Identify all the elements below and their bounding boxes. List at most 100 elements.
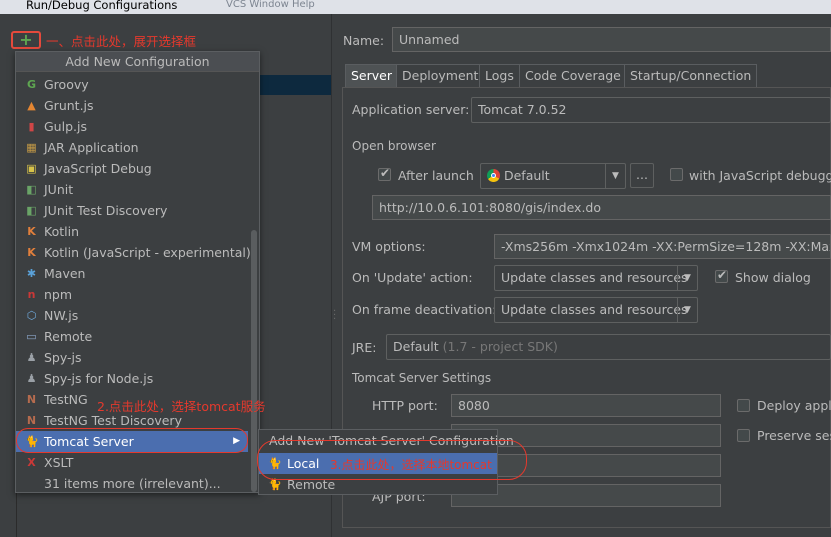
npm-icon: n (27, 288, 36, 301)
popup-item-javascript-debug[interactable]: ▣ JavaScript Debug (16, 158, 248, 179)
javascript-debug-icon: ▣ (26, 162, 37, 175)
popup-item-label: JavaScript Debug (44, 161, 152, 176)
popup-item-label: JAR Application (44, 140, 139, 155)
tomcat-settings-section: Tomcat Server Settings (352, 371, 492, 385)
window-title-bar: Run/Debug Configurations VCS Window Help (0, 0, 831, 14)
jre-select[interactable]: Default (1.7 - project SDK) (386, 334, 831, 360)
vm-options-field[interactable]: -Xms256m -Xmx1024m -XX:PermSize=128m -XX… (494, 234, 831, 259)
after-launch-checkbox[interactable] (378, 166, 391, 181)
popup-item-maven[interactable]: ✱ Maven (16, 263, 248, 284)
popup-item-label: Groovy (44, 77, 89, 92)
popup-item-label: 31 items more (irrelevant)... (44, 476, 221, 491)
chrome-icon (487, 169, 500, 182)
popup-item-jar-application[interactable]: ▦ JAR Application (16, 137, 248, 158)
plus-icon: + (19, 30, 33, 49)
popup-item-junit-test-discovery[interactable]: ◧ JUnit Test Discovery (16, 200, 248, 221)
splitter-grip-icon: · · · (333, 306, 337, 325)
popup-item-label: Spy-js for Node.js (44, 371, 154, 386)
popup-item-label: Grunt.js (44, 98, 94, 113)
popup-item-label: Remote (44, 329, 93, 344)
popup-item-grunt-js[interactable]: ▲ Grunt.js (16, 95, 248, 116)
nwjs-icon: ⬡ (26, 309, 37, 322)
on-frame-deactivation-label: On frame deactivation: (352, 302, 497, 317)
on-update-label: On 'Update' action: (352, 270, 473, 285)
popup-item-kotlin-javascript-experimental[interactable]: K Kotlin (JavaScript - experimental) (16, 242, 251, 263)
annotation-step-2: 2.点击此处，选择tomcat服务 (97, 399, 266, 414)
kotlin-js-icon: K (27, 246, 36, 259)
popup-item-label: Kotlin (44, 224, 79, 239)
browser-select[interactable]: Default ▼ (480, 163, 626, 189)
popup-item-spy-js[interactable]: ♟ Spy-js (16, 347, 248, 368)
chevron-down-icon: ▼ (677, 298, 697, 322)
spyjs-node-icon: ♟ (26, 372, 37, 385)
popup-item-kotlin[interactable]: K Kotlin (16, 221, 248, 242)
popup-item-label: XSLT (44, 455, 74, 470)
window-title: Run/Debug Configurations (26, 0, 178, 12)
popup-item-junit[interactable]: ◧ JUnit (16, 179, 248, 200)
deploy-apps-checkbox[interactable] (737, 399, 750, 412)
open-browser-section: Open browser (352, 139, 436, 153)
popup-item-31-items-more-irrelevant[interactable]: 31 items more (irrelevant)... (16, 473, 248, 494)
popup-item-npm[interactable]: n npm (16, 284, 248, 305)
grunt-icon: ▲ (27, 99, 36, 112)
annotation-step-3: 3.点击此处，选择本地tomcat (330, 458, 492, 472)
gulp-icon: ▮ (28, 120, 35, 133)
popup-item-gulp-js[interactable]: ▮ Gulp.js (16, 116, 248, 137)
popup-item-label: TestNG (44, 392, 88, 407)
popup-item-label: JUnit (44, 182, 74, 197)
deploy-apps-label: Deploy applications configured in Tomcat… (757, 398, 831, 413)
menu-bar-hint: VCS Window Help (226, 0, 315, 10)
application-server-label: Application server: (352, 102, 470, 117)
popup-item-xslt[interactable]: X XSLT (16, 452, 248, 473)
popup-title: Add New Configuration (16, 52, 259, 72)
add-configuration-button[interactable]: + (11, 31, 41, 49)
browser-url-field[interactable]: http://10.0.6.101:8080/gis/index.do (372, 195, 831, 220)
on-update-select[interactable]: Update classes and resources ▼ (494, 265, 698, 291)
xslt-icon: X (27, 456, 36, 469)
popup-item-label: TestNG Test Discovery (44, 413, 182, 428)
tab-startup-connection[interactable]: Startup/Connection (624, 64, 758, 87)
show-dialog-checkbox[interactable] (715, 268, 728, 283)
tab-code-coverage[interactable]: Code Coverage (519, 64, 627, 87)
tab-logs[interactable]: Logs (479, 64, 520, 87)
junit-discovery-icon: ◧ (26, 204, 37, 217)
preserve-sessions-label: Preserve sessions across restarts and re… (757, 428, 831, 443)
tab-server[interactable]: Server (345, 64, 398, 87)
popup-item-label: npm (44, 287, 73, 302)
http-port-field[interactable]: 8080 (451, 394, 721, 417)
maven-icon: ✱ (26, 267, 37, 280)
http-port-label: HTTP port: (372, 398, 438, 413)
junit-icon: ◧ (26, 183, 37, 196)
groovy-icon: G (26, 78, 37, 91)
add-new-configuration-popup: Add New Configuration G Groovy ▲ Grunt.js ▮ G… (15, 51, 260, 493)
popup-scrollbar[interactable] (251, 230, 257, 492)
testng-discovery-icon: N (26, 414, 37, 427)
after-launch-label: After launch (398, 168, 474, 183)
popup-item-groovy[interactable]: G Groovy (16, 74, 248, 95)
name-field[interactable]: Unnamed (392, 27, 831, 52)
popup-item-spy-js-for-node-js[interactable]: ♟ Spy-js for Node.js (16, 368, 248, 389)
jre-label: JRE: (352, 340, 377, 355)
show-dialog-label: Show dialog (735, 270, 811, 285)
name-label: Name: (343, 33, 385, 48)
popup-item-label: Kotlin (JavaScript - experimental) (44, 245, 251, 260)
testng-icon: N (26, 393, 37, 406)
preserve-sessions-checkbox[interactable] (737, 429, 750, 442)
browser-more-button[interactable]: ... (630, 163, 654, 188)
chevron-down-icon: ▼ (605, 164, 625, 188)
vm-options-label: VM options: (352, 239, 426, 254)
popup-item-remote[interactable]: ▭ Remote (16, 326, 248, 347)
popup-item-label: Gulp.js (44, 119, 87, 134)
chevron-down-icon: ▼ (677, 266, 697, 290)
with-js-debugger-checkbox[interactable] (670, 168, 683, 181)
popup-item-label: NW.js (44, 308, 79, 323)
popup-item-label: Maven (44, 266, 86, 281)
remote-icon: ▭ (26, 330, 37, 343)
spyjs-icon: ♟ (26, 351, 37, 364)
tab-deployment[interactable]: Deployment (396, 64, 485, 87)
with-js-debugger-label: with JavaScript debugger (689, 168, 831, 183)
application-server-select[interactable]: Tomcat 7.0.52 (471, 97, 831, 123)
on-frame-deactivation-select[interactable]: Update classes and resources ▼ (494, 297, 698, 323)
popup-item-nw-js[interactable]: ⬡ NW.js (16, 305, 248, 326)
annotation-step-1: 一、点击此处，展开选择框 (46, 34, 197, 49)
